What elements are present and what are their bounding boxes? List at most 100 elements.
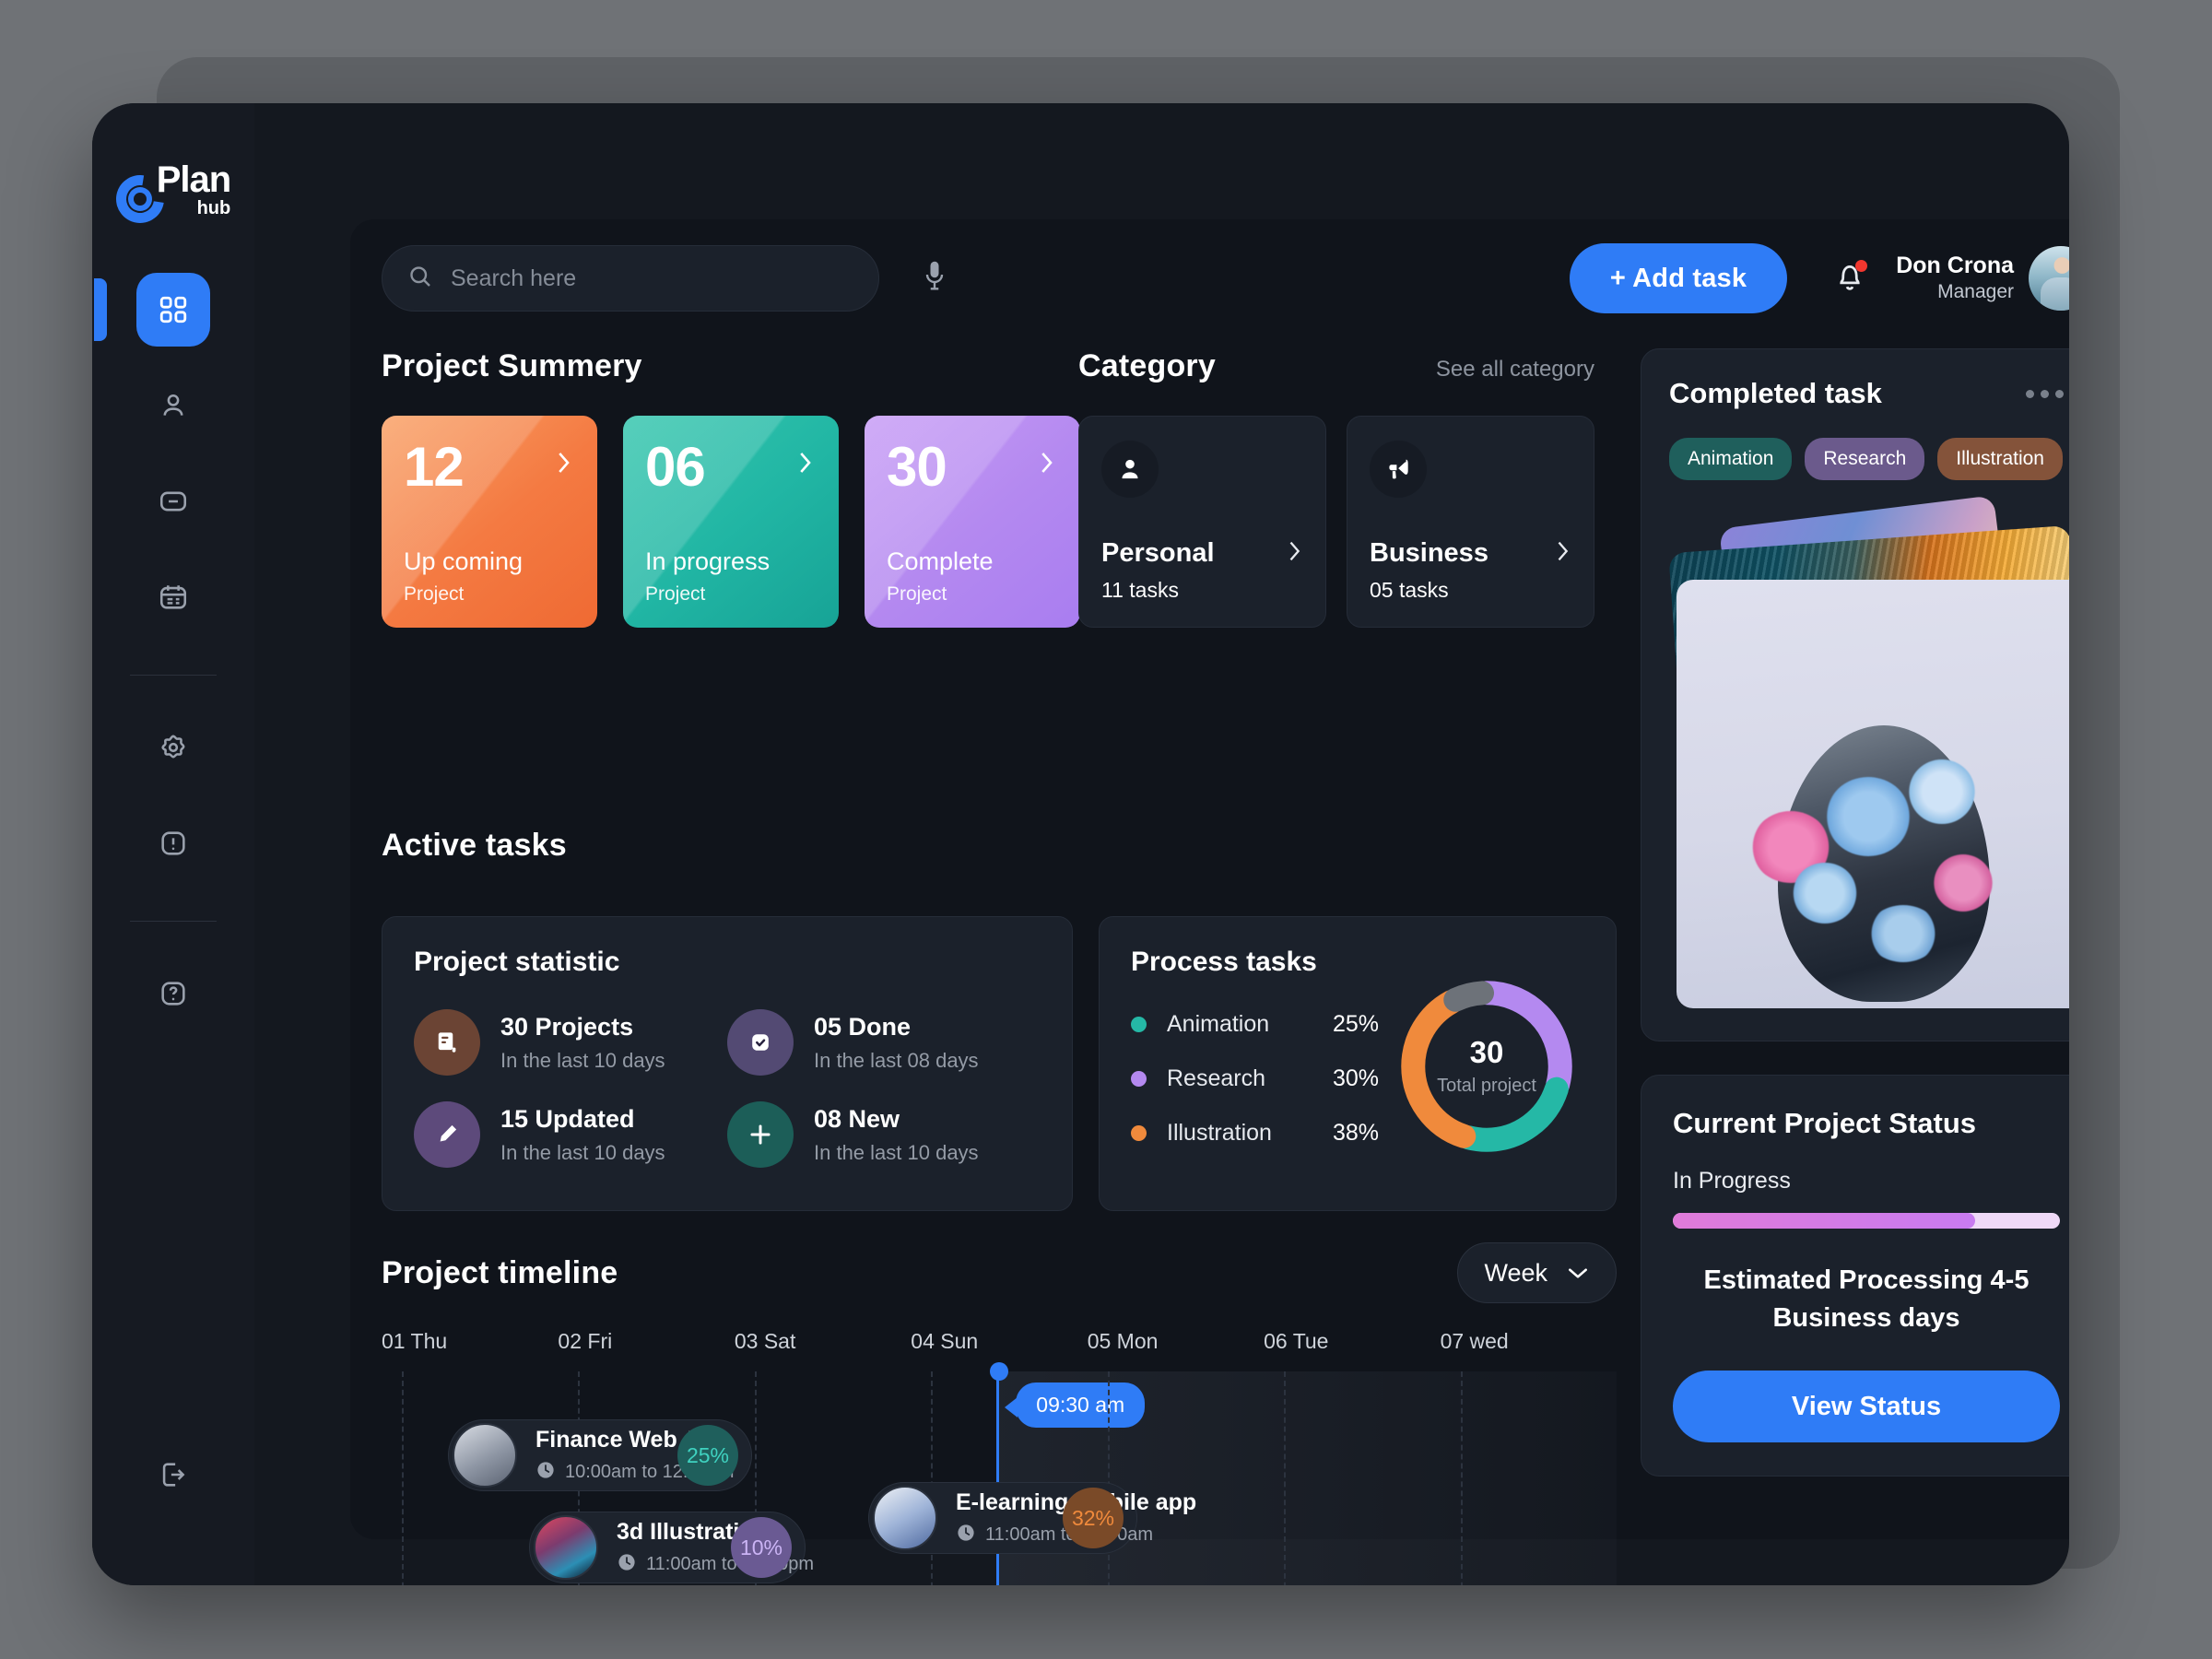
summary-card-inprogress[interactable]: 06 In progress Project	[623, 416, 839, 628]
legend-value: 30%	[1333, 1065, 1380, 1091]
completed-task-title: Completed task	[1669, 377, 1882, 409]
sidebar-item-alerts[interactable]	[136, 806, 210, 880]
3d-illustration-thumb	[534, 1515, 598, 1580]
summary-card-number: 12	[404, 436, 465, 498]
stat-head: 30 Projects	[500, 1013, 634, 1041]
timeline-task-bar[interactable]: 3d Illustration 11:00am to 04:00pm 10%	[529, 1512, 814, 1583]
category-card-personal[interactable]: Personal 11 tasks	[1078, 416, 1326, 628]
category-name: Personal	[1101, 538, 1215, 568]
chevron-right-icon	[1285, 538, 1303, 569]
timeline-task-info: E-learning mobile app 11:00am to 12:00am	[956, 1488, 1196, 1547]
timeline-grid-line	[1460, 1371, 1463, 1585]
chevron-right-icon	[553, 449, 573, 481]
project-timeline: 01 Thu 02 Fri 03 Sat 04 Sun 05 Mon 06 Tue 07 w…	[382, 1329, 1617, 1585]
timeline-range-select[interactable]: Week	[1457, 1242, 1617, 1303]
timeline-grid: 09:30 am Finance Web App 10:00am to 12:00…	[382, 1362, 1617, 1585]
timeline-task-progress-badge: 25%	[677, 1425, 738, 1486]
right-column: Completed task Animation Research Illust…	[1641, 348, 2069, 1477]
sidebar-item-help[interactable]	[136, 957, 210, 1030]
sidebar-item-tasks[interactable]	[136, 465, 210, 538]
notifications-button[interactable]	[1828, 256, 1872, 300]
category-title: Category	[1078, 348, 1216, 383]
logo-wordmark: Plan hub	[157, 161, 231, 223]
summary-card-sub: Project	[645, 583, 706, 605]
status-progress-bar	[1673, 1213, 2060, 1229]
more-dots-icon[interactable]	[2026, 389, 2064, 398]
summary-card-label: Complete	[887, 547, 994, 575]
category-section: Category See all category Personal 11 ta…	[1078, 348, 1594, 628]
see-all-category-link[interactable]: See all category	[1436, 357, 1594, 382]
finance-web-app-thumb	[453, 1423, 517, 1488]
stat-sub: In the last 08 days	[814, 1048, 979, 1072]
plus-icon	[727, 1101, 794, 1168]
timeline-task-name: E-learning mobile app	[956, 1489, 1196, 1515]
megaphone-icon	[1370, 441, 1427, 498]
view-status-button[interactable]: View Status	[1673, 1371, 2060, 1443]
search-bar[interactable]	[382, 245, 879, 312]
timeline-day-label: 04 Sun	[911, 1329, 979, 1353]
category-name: Business	[1370, 538, 1488, 568]
timeline-grid-line	[402, 1371, 404, 1585]
content-panel: + Add task Don Crona Manager	[350, 219, 2069, 1585]
completed-task-artwork[interactable]	[1668, 495, 2069, 1009]
grid-dashboard-icon	[158, 294, 189, 325]
avatar[interactable]	[2029, 246, 2069, 311]
category-card-list: Personal 11 tasks Business 05 tasks	[1078, 416, 1594, 628]
status-estimate-line2: Business days	[1772, 1303, 1960, 1334]
user-info[interactable]: Don Crona Manager	[1896, 253, 2014, 304]
timeline-task-progress-badge: 32%	[1063, 1488, 1124, 1548]
elearning-mobile-app-thumb	[873, 1486, 937, 1550]
search-input[interactable]	[451, 265, 854, 292]
timeline-grid-line	[1284, 1371, 1287, 1585]
stat-sub: In the last 10 days	[814, 1140, 979, 1164]
app-logo[interactable]: Plan hub	[92, 144, 254, 233]
summary-card-number: 30	[887, 436, 947, 498]
sidebar-item-profile[interactable]	[136, 369, 210, 442]
app-window: Plan hub Search here + Add task Don Cron…	[92, 103, 2069, 1585]
stat-item-new[interactable]: 08 New In the last 10 days	[727, 1101, 1041, 1168]
pencil-icon	[414, 1101, 480, 1168]
topbar-right-group: + Add task Don Crona Manager	[1569, 243, 2069, 313]
tag-animation[interactable]: Animation	[1669, 438, 1793, 480]
summary-card-upcoming[interactable]: 12 Up coming Project	[382, 416, 597, 628]
category-card-business[interactable]: Business 05 tasks	[1347, 416, 1594, 628]
sidebar-item-calendar[interactable]	[136, 560, 210, 634]
sidebar-divider-1	[130, 675, 217, 676]
summary-card-complete[interactable]: 30 Complete Project	[865, 416, 1080, 628]
sidebar-nav	[92, 273, 254, 1053]
sidebar-divider-2	[130, 921, 217, 922]
timeline-task-info: 3d Illustration 11:00am to 04:00pm	[617, 1518, 814, 1577]
add-task-button[interactable]: + Add task	[1569, 243, 1788, 313]
logout-icon	[158, 1459, 189, 1495]
legend-value: 38%	[1333, 1120, 1380, 1146]
completed-task-header: Completed task	[1669, 377, 2064, 410]
timeline-day-label: 07 wed	[1440, 1329, 1509, 1353]
stat-item-projects[interactable]: 30 Projects In the last 10 days	[414, 1009, 727, 1076]
status-estimate-line1: Estimated Processing 4-5	[1703, 1265, 2030, 1295]
donut-total-value: 30	[1469, 1034, 1504, 1069]
category-task-count: 11 tasks	[1101, 578, 1179, 602]
timeline-range-label: Week	[1484, 1258, 1547, 1287]
category-name-row: Business	[1370, 538, 1571, 569]
microphone-button[interactable]	[914, 254, 955, 302]
timeline-day-label: 06 Tue	[1264, 1329, 1329, 1353]
timeline-day-label: 03 Sat	[734, 1329, 796, 1353]
project-statistic-panel: Project statistic 30 Projects In the las…	[382, 916, 1073, 1211]
stat-item-done[interactable]: 05 Done In the last 08 days	[727, 1009, 1041, 1076]
category-name-row: Personal	[1101, 538, 1303, 569]
stat-item-updated[interactable]: 15 Updated In the last 10 days	[414, 1101, 727, 1168]
sidebar-item-logout[interactable]	[136, 1440, 210, 1513]
user-role: Manager	[1937, 280, 2014, 302]
summary-card-number: 06	[645, 436, 706, 498]
projects-icon	[414, 1009, 480, 1076]
sidebar-item-dashboard[interactable]	[94, 273, 210, 347]
timeline-task-bar[interactable]: E-learning mobile app 11:00am to 12:00am3…	[868, 1482, 1196, 1554]
tag-illustration[interactable]: Illustration	[1937, 438, 2063, 480]
timeline-task-progress-badge: 10%	[731, 1517, 792, 1578]
main-area: + Add task Don Crona Manager	[254, 103, 2069, 1585]
sidebar-item-settings[interactable]	[136, 711, 210, 784]
summary-card-label: In progress	[645, 547, 771, 575]
timeline-task-bar[interactable]: Finance Web App 10:00am to 12:00am 25%	[448, 1419, 752, 1491]
tag-research[interactable]: Research	[1805, 438, 1925, 480]
active-tasks-title: Active tasks	[382, 828, 567, 863]
